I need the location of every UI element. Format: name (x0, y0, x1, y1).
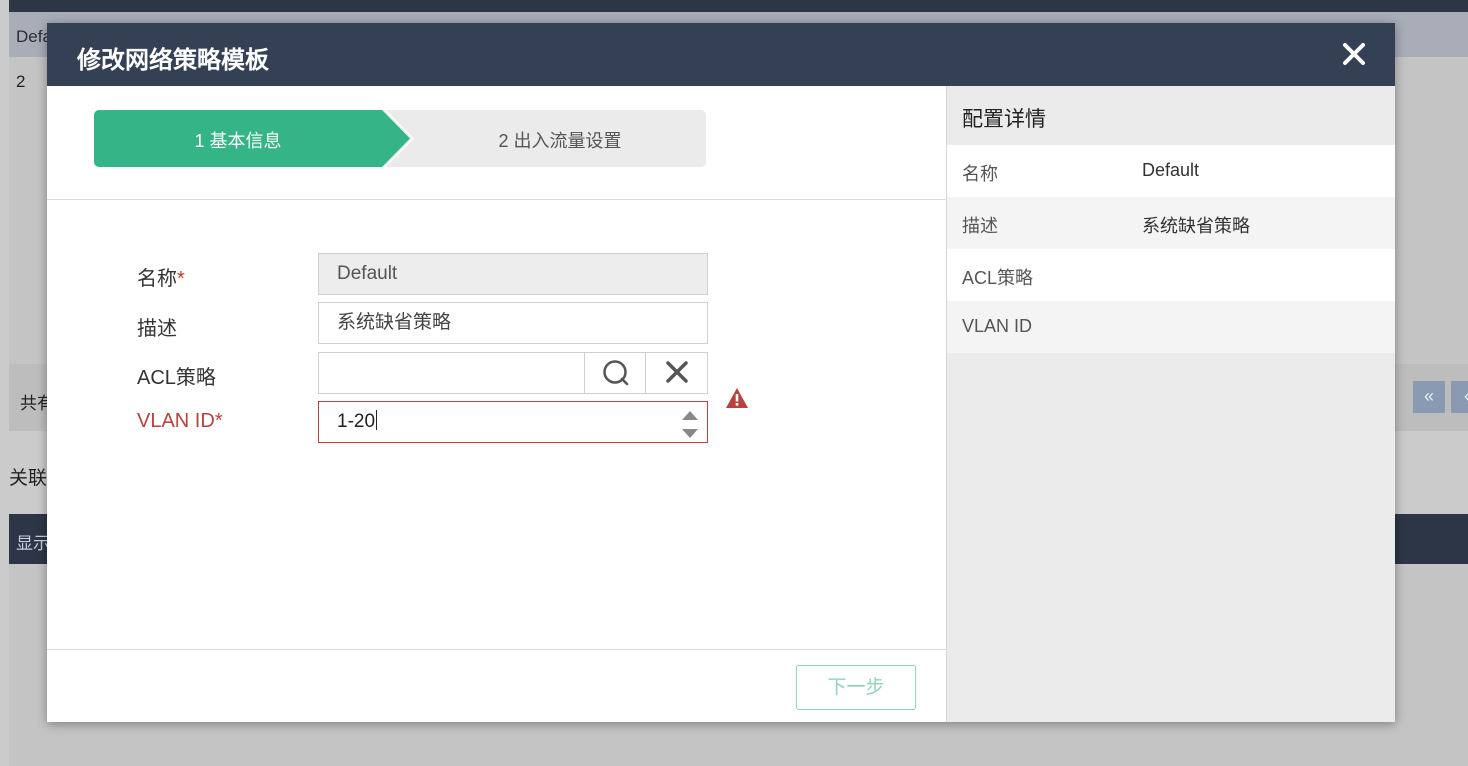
name-label-text: 名称 (137, 268, 177, 290)
pager-prev-button[interactable]: ‹ (1451, 381, 1468, 413)
config-details-title: 配置详情 (962, 108, 1046, 131)
dialog-header: 修改网络策略模板 (47, 23, 1395, 86)
detail-key: VLAN ID (962, 316, 1033, 336)
vlan-id-field[interactable]: 1-20 (318, 401, 708, 443)
name-label: 名称* (137, 262, 185, 291)
vlan-id-label: VLAN ID* (137, 410, 223, 433)
acl-label: ACL策略 (137, 367, 216, 389)
acl-clear-button[interactable] (645, 353, 707, 393)
acl-field (318, 352, 708, 394)
name-field[interactable]: Default (318, 253, 708, 295)
dialog-title: 修改网络策略模板 (77, 47, 269, 74)
acl-search-button[interactable] (584, 353, 646, 393)
detail-key: ACL策略 (962, 268, 1034, 288)
spinner-down-icon[interactable] (681, 428, 699, 440)
detail-key: 描述 (962, 216, 998, 236)
vlan-id-value: 1-20 (337, 411, 376, 432)
detail-row-description: 描述 系统缺省策略 (947, 197, 1395, 249)
config-details-pane: 配置详情 名称 Default 描述 系统缺省策略 ACL策略 VLAN ID (946, 86, 1395, 722)
text-caret (376, 410, 378, 430)
spinner-up-icon[interactable] (681, 409, 699, 421)
step-basic-info[interactable]: 1 基本信息 (94, 110, 410, 167)
divider (47, 199, 946, 200)
description-label: 描述 (137, 318, 177, 340)
warning-icon (726, 388, 748, 408)
wizard-steps: 1 基本信息 2 出入流量设置 (94, 110, 706, 167)
detail-row-vlan-id: VLAN ID (947, 301, 1395, 353)
detail-row-acl: ACL策略 (947, 249, 1395, 301)
background-assoc-label: 关联 (9, 468, 48, 489)
step-traffic-settings[interactable]: 2 出入流量设置 (414, 127, 706, 153)
edit-network-policy-dialog: 修改网络策略模板 1 基本信息 2 出入流量设置 名称* Default 描述 … (47, 23, 1395, 722)
vlan-id-label-text: VLAN ID (137, 410, 215, 432)
description-field[interactable]: 系统缺省策略 (318, 302, 708, 344)
next-step-button[interactable]: 下一步 (796, 665, 916, 710)
required-mark: * (214, 410, 223, 432)
clear-icon (666, 361, 688, 383)
close-button[interactable] (1339, 39, 1369, 69)
step-basic-info-label: 1 基本信息 (194, 131, 282, 151)
detail-value: Default (1142, 160, 1200, 180)
close-icon (1343, 43, 1365, 65)
form-pane: 1 基本信息 2 出入流量设置 名称* Default 描述 系统缺省策略 AC… (47, 86, 946, 722)
detail-key: 名称 (962, 164, 998, 184)
detail-value: 系统缺省策略 (1142, 216, 1250, 236)
background-top-bar (9, 0, 1468, 12)
pager-first-button[interactable]: « (1413, 381, 1445, 413)
footer-divider (47, 649, 946, 650)
search-icon (603, 360, 629, 386)
background-bar-label: 显示 (16, 534, 50, 553)
background-row-cell: 2 (16, 72, 26, 91)
required-mark: * (177, 268, 185, 290)
detail-row-name: 名称 Default (947, 145, 1395, 197)
